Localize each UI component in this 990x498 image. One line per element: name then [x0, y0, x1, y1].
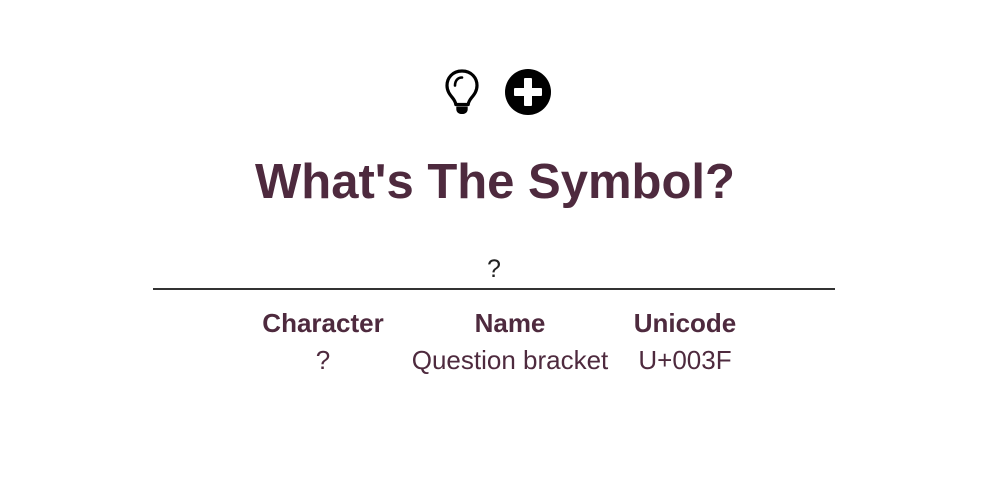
plus-circle-icon: [505, 69, 551, 115]
cell-unicode: U+003F: [638, 345, 732, 375]
page-title: What's The Symbol?: [255, 155, 735, 209]
hint-button[interactable]: [438, 68, 486, 116]
cell-name: Question bracket: [411, 345, 609, 375]
results-table: Character Name Unicode ? Question bracke…: [250, 306, 746, 380]
symbol-input[interactable]: [153, 250, 835, 290]
toolbar: [0, 68, 990, 116]
column-header-character: Character: [262, 308, 384, 338]
cell-character: ?: [315, 345, 331, 375]
table-row: ? Question bracket U+003F: [250, 341, 746, 380]
lightbulb-icon: [445, 69, 479, 114]
add-button[interactable]: [504, 68, 552, 116]
column-header-name: Name: [474, 308, 546, 338]
column-header-unicode: Unicode: [633, 308, 737, 338]
table-header-row: Character Name Unicode: [250, 306, 746, 341]
